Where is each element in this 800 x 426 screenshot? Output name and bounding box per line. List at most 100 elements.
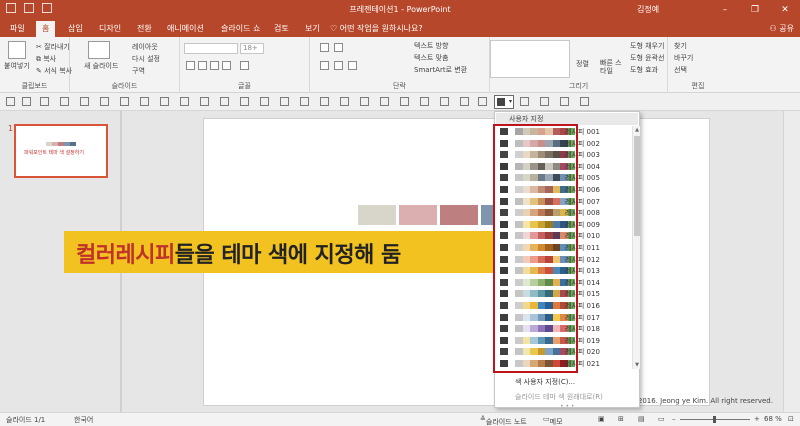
tell-me-box[interactable]: ♡ 어떤 작업을 원하시나요?: [330, 23, 423, 34]
redo-icon[interactable]: [40, 97, 49, 106]
distribute-icon[interactable]: [180, 97, 189, 106]
pen-icon[interactable]: [340, 97, 349, 106]
shape-icon[interactable]: [140, 97, 149, 106]
tab-slideshow[interactable]: 슬라이드 쇼: [221, 23, 260, 34]
zoom-out-icon[interactable]: –: [672, 415, 676, 423]
background-icon[interactable]: [560, 97, 569, 106]
align-right-icon[interactable]: [348, 61, 357, 70]
zoom-level[interactable]: 68 %: [764, 415, 782, 423]
eyedropper-icon[interactable]: [478, 97, 487, 106]
paste-icon[interactable]: [8, 41, 26, 59]
arrange-button[interactable]: 정렬: [576, 59, 589, 69]
comments-button[interactable]: ▭ 메모: [543, 415, 563, 426]
tab-transitions[interactable]: 전환: [137, 23, 152, 34]
symbol-icon[interactable]: [460, 97, 469, 106]
customize-colors-item[interactable]: 색 사용자 지정(C)...: [515, 377, 575, 387]
scroll-up-icon[interactable]: ▲: [633, 127, 641, 133]
replace-button[interactable]: 바꾸기: [674, 53, 693, 63]
resize-grip-icon[interactable]: • • •: [560, 403, 574, 410]
quick-styles-button[interactable]: 빠른 스타일: [600, 59, 624, 75]
align-center-icon[interactable]: [334, 61, 343, 70]
picture-icon[interactable]: [360, 97, 369, 106]
close-button[interactable]: ✕: [770, 0, 800, 20]
smartart-button[interactable]: SmartArt로 변환: [414, 65, 467, 75]
tab-view[interactable]: 보기: [305, 23, 320, 34]
tab-insert[interactable]: 삽입: [68, 23, 83, 34]
shape-fill-button[interactable]: 도형 채우기: [630, 41, 664, 51]
strikethrough-icon[interactable]: [222, 61, 231, 70]
notes-button[interactable]: ≙ 슬라이드 노트: [480, 415, 527, 426]
copy-icon[interactable]: [80, 97, 89, 106]
crop-icon[interactable]: [320, 97, 329, 106]
new-slide-icon[interactable]: [88, 41, 110, 59]
send-backward-icon[interactable]: [300, 97, 309, 106]
select-button[interactable]: 선택: [674, 65, 687, 75]
font-name-combo[interactable]: [184, 43, 238, 54]
bullets-icon[interactable]: [320, 43, 329, 52]
font-size-combo[interactable]: 18+: [240, 43, 264, 54]
rotate-icon[interactable]: [240, 97, 249, 106]
theme-colors-button[interactable]: ▾: [494, 95, 514, 109]
theme-effects-icon[interactable]: [540, 97, 549, 106]
align-icon[interactable]: [160, 97, 169, 106]
find-button[interactable]: 찾기: [674, 41, 687, 51]
ungroup-icon[interactable]: [220, 97, 229, 106]
paste-icon[interactable]: [100, 97, 109, 106]
flip-icon[interactable]: [260, 97, 269, 106]
table-icon[interactable]: [380, 97, 389, 106]
wordart-icon[interactable]: [440, 97, 449, 106]
minimize-button[interactable]: –: [710, 0, 740, 20]
undo-icon[interactable]: [22, 97, 31, 106]
shape-outline-button[interactable]: 도형 윤곽선: [630, 53, 664, 63]
slideshow-view-icon[interactable]: ▭: [658, 415, 665, 423]
restore-button[interactable]: ❐: [740, 0, 770, 20]
language-indicator[interactable]: 한국어: [74, 415, 93, 425]
text-direction-button[interactable]: 텍스트 방향: [414, 41, 448, 51]
format-painter-button[interactable]: ✎ 서식 복사: [36, 66, 72, 76]
textbox-icon[interactable]: [420, 97, 429, 106]
shapes-gallery[interactable]: [490, 40, 570, 78]
tab-design[interactable]: 디자인: [99, 23, 121, 34]
scroll-down-icon[interactable]: ▼: [633, 362, 641, 368]
dropdown-scrollbar[interactable]: ▲ ▼: [632, 126, 640, 369]
theme-fonts-icon[interactable]: [520, 97, 529, 106]
tab-file[interactable]: 파일: [10, 23, 25, 34]
bold-icon[interactable]: [186, 61, 195, 70]
chart-icon[interactable]: [400, 97, 409, 106]
more-icon[interactable]: [580, 97, 589, 106]
slide-thumbnail[interactable]: 파워포인트 테마 색 설정하기: [14, 124, 108, 178]
underline-icon[interactable]: [210, 61, 219, 70]
normal-view-icon[interactable]: ▣: [598, 415, 605, 423]
user-name[interactable]: 김정예: [637, 4, 659, 15]
fit-slide-icon[interactable]: ⊡: [788, 415, 794, 423]
reading-view-icon[interactable]: ▤: [638, 415, 645, 423]
new-slide-button[interactable]: 새 슬라이드: [84, 61, 118, 71]
tab-home[interactable]: 홈: [36, 21, 56, 37]
slide-sorter-icon[interactable]: ⊞: [618, 415, 624, 423]
slideshow-icon[interactable]: [60, 97, 69, 106]
zoom-slider-knob[interactable]: [713, 416, 716, 423]
section-button[interactable]: 구역: [132, 66, 145, 76]
tab-animations[interactable]: 애니메이션: [167, 23, 204, 34]
layout-button[interactable]: 레이아웃: [132, 42, 158, 52]
share-button[interactable]: ⚇ 공유: [770, 23, 794, 34]
reset-button[interactable]: 다시 설정: [132, 54, 160, 64]
align-left-icon[interactable]: [320, 61, 329, 70]
font-color-icon[interactable]: [240, 61, 249, 70]
tab-review[interactable]: 검토: [274, 23, 289, 34]
reset-theme-colors-item[interactable]: 슬라이드 테마 색 원래대로(R): [515, 392, 603, 402]
zoom-in-icon[interactable]: +: [754, 415, 760, 423]
group-icon[interactable]: [200, 97, 209, 106]
numbering-icon[interactable]: [334, 43, 343, 52]
bring-forward-icon[interactable]: [280, 97, 289, 106]
save-icon[interactable]: [6, 97, 15, 106]
vertical-scrollbar[interactable]: [783, 111, 800, 412]
paste-button[interactable]: 붙여넣기: [4, 61, 30, 71]
scroll-thumb[interactable]: [634, 136, 640, 236]
align-text-button[interactable]: 텍스트 맞춤: [414, 53, 448, 63]
format-icon[interactable]: [120, 97, 129, 106]
cut-button[interactable]: ✂ 잘라내기: [36, 42, 70, 52]
shape-effects-button[interactable]: 도형 효과: [630, 65, 658, 75]
italic-icon[interactable]: [198, 61, 207, 70]
copy-button[interactable]: ⧉ 복사: [36, 54, 56, 64]
